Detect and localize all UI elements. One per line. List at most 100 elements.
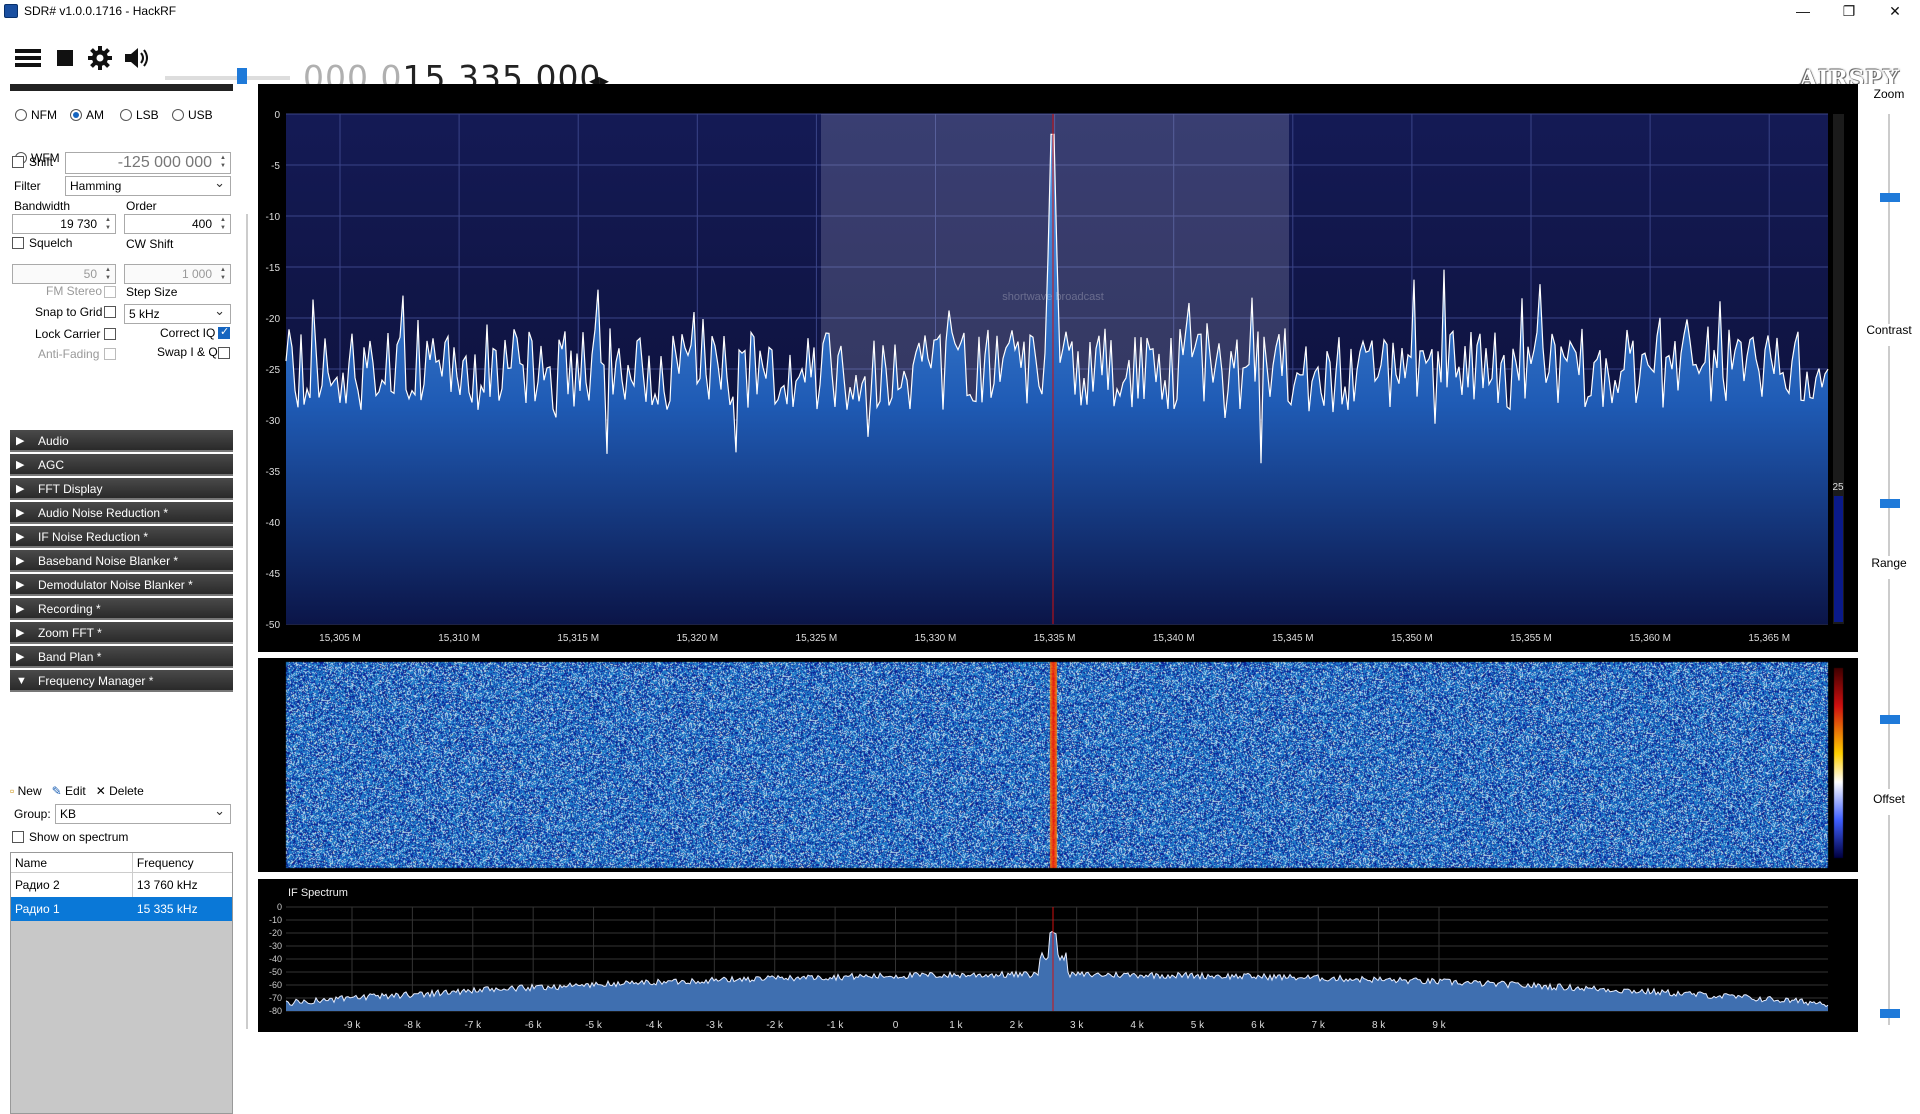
section-audio-noise-reduction[interactable]: ▶ Audio Noise Reduction * [10, 502, 233, 524]
show-on-spectrum-checkbox[interactable]: Show on spectrum [12, 830, 128, 844]
new-button[interactable]: ▫ New [10, 784, 42, 798]
section-audio[interactable]: ▶ Audio [10, 430, 233, 452]
step-size-select[interactable]: 5 kHz [124, 302, 231, 324]
main-display: 0 -5 -10 -15 -20 -25 -30 -35 -40 -45 -50 15,305 M 15… [258, 84, 1858, 1032]
offset-slider-track[interactable] [1888, 815, 1890, 1025]
snap-to-grid-label: Snap to Grid [35, 305, 103, 319]
section-zoom-fft[interactable]: ▶ Zoom FFT * [10, 622, 233, 644]
group-label: Group: [14, 807, 51, 821]
expand-arrow-icon: ▶ [16, 555, 25, 567]
db-tick-label: -35 [266, 467, 281, 478]
cw-shift-field[interactable]: 1 000 ▲ ▼ [124, 264, 231, 284]
filter-select[interactable]: Hamming [65, 174, 231, 196]
delete-icon: ✕ [95, 784, 106, 798]
volume-slider-track[interactable] [165, 76, 290, 80]
scale-value: 25 [1832, 482, 1844, 493]
if-db-tick: -80 [269, 1006, 282, 1016]
section-demodulator-noise-blanker[interactable]: ▶ Demodulator Noise Blanker * [10, 574, 233, 596]
scale-bar-fill [1834, 496, 1843, 622]
fm-stereo-checkbox[interactable] [104, 286, 116, 298]
range-slider-thumb[interactable] [1880, 715, 1900, 724]
shift-field[interactable]: -125 000 000 ▲ ▼ [65, 152, 231, 174]
speaker-icon[interactable] [122, 44, 152, 72]
new-icon: ▫ [10, 784, 15, 798]
section-recording[interactable]: ▶ Recording * [10, 598, 233, 620]
if-freq-tick: 6 k [1251, 1020, 1265, 1031]
lock-carrier-label: Lock Carrier [35, 327, 101, 341]
expand-arrow-icon: ▶ [16, 507, 25, 519]
left-panel-scrollbar[interactable] [246, 214, 248, 1029]
contrast-label: Contrast [1866, 323, 1912, 337]
squelch-checkbox[interactable]: Squelch [12, 236, 72, 250]
swap-iq-checkbox[interactable] [218, 347, 230, 359]
shift-checkbox[interactable]: Shift [12, 155, 53, 169]
edit-button[interactable]: ✎ Edit [52, 784, 86, 798]
lock-carrier-checkbox[interactable] [104, 328, 116, 340]
cw-shift-label: CW Shift [126, 237, 174, 251]
expand-arrow-icon: ▶ [16, 531, 25, 543]
if-spectrum[interactable]: IF Spectrum 0 -10 -20 -30 -40 -50 -60 -70 -80 -9 k… [258, 879, 1858, 1032]
minimize-button[interactable]: — [1780, 0, 1826, 22]
collapse-arrow-icon: ▼ [16, 675, 27, 687]
contrast-slider-track[interactable] [1888, 346, 1890, 556]
section-agc[interactable]: ▶ AGC [10, 454, 233, 476]
expand-arrow-icon: ▶ [16, 459, 25, 471]
column-frequency[interactable]: Frequency [133, 853, 232, 872]
snap-to-grid-checkbox[interactable] [104, 306, 116, 318]
section-baseband-noise-blanker[interactable]: ▶ Baseband Noise Blanker * [10, 550, 233, 572]
mode-radio-am[interactable]: AM [70, 108, 104, 122]
freq-tick-label: 15,340 M [1153, 633, 1195, 644]
section-frequency-manager[interactable]: ▼ Frequency Manager * [10, 670, 233, 692]
order-field[interactable]: 400 ▲ ▼ [124, 214, 231, 234]
db-tick-label: -40 [266, 518, 281, 529]
freq-tick-label: 15,315 M [557, 633, 599, 644]
if-freq-tick: -6 k [525, 1020, 543, 1031]
gear-icon[interactable] [86, 44, 114, 72]
close-button[interactable]: ✕ [1872, 0, 1918, 22]
expand-arrow-icon: ▶ [16, 483, 25, 495]
if-db-tick: -20 [269, 928, 282, 938]
range-slider-track[interactable] [1888, 579, 1890, 789]
section-if-noise-reduction[interactable]: ▶ IF Noise Reduction * [10, 526, 233, 548]
mode-radio-lsb[interactable]: LSB [120, 108, 159, 122]
frequency-manager-toolbar: ▫ New ✎ Edit ✕ Delete [10, 784, 144, 798]
freq-tick-label: 15,305 M [319, 633, 361, 644]
menu-icon[interactable] [14, 44, 42, 72]
spectrum-analyzer[interactable]: 0 -5 -10 -15 -20 -25 -30 -35 -40 -45 -50 15,305 M 15… [258, 84, 1858, 652]
waterfall-display[interactable] [258, 658, 1858, 872]
if-freq-tick: 5 k [1191, 1020, 1205, 1031]
correct-iq-checkbox[interactable] [218, 325, 230, 339]
section-fft-display[interactable]: ▶ FFT Display [10, 478, 233, 500]
bandwidth-field[interactable]: 19 730 ▲ ▼ [12, 214, 116, 234]
group-select[interactable]: KB [55, 802, 231, 824]
expand-arrow-icon: ▶ [16, 435, 25, 447]
db-tick-label: -45 [266, 569, 281, 580]
expand-arrow-icon: ▶ [16, 627, 25, 639]
delete-button[interactable]: ✕ Delete [96, 784, 144, 798]
squelch-field[interactable]: 50 ▲ ▼ [12, 264, 116, 284]
stop-icon[interactable] [54, 44, 76, 72]
freq-tick-label: 15,355 M [1510, 633, 1552, 644]
mode-radio-usb[interactable]: USB [172, 108, 213, 122]
mode-radio-nfm[interactable]: NFM [15, 108, 57, 122]
db-tick-label: -25 [266, 365, 281, 376]
table-row-selected[interactable]: Радио 1 15 335 kHz [11, 897, 232, 921]
zoom-slider-track[interactable] [1888, 114, 1890, 324]
anti-fading-checkbox[interactable] [104, 348, 116, 360]
if-freq-tick: -7 k [464, 1020, 482, 1031]
if-db-tick: -60 [269, 980, 282, 990]
offset-slider-thumb[interactable] [1880, 1009, 1900, 1018]
db-tick-label: -20 [266, 314, 281, 325]
order-label: Order [126, 199, 157, 213]
freq-tick-label: 15,335 M [1034, 633, 1076, 644]
table-row[interactable]: Радио 2 13 760 kHz [11, 873, 232, 897]
if-db-tick: -40 [269, 954, 282, 964]
section-band-plan[interactable]: ▶ Band Plan * [10, 646, 233, 668]
if-freq-tick: 0 [893, 1020, 899, 1031]
contrast-slider-thumb[interactable] [1880, 499, 1900, 508]
maximize-button[interactable]: ❐ [1826, 0, 1872, 22]
column-name[interactable]: Name [11, 853, 133, 872]
freq-tick-label: 15,310 M [438, 633, 480, 644]
zoom-slider-thumb[interactable] [1880, 193, 1900, 202]
correct-iq-label: Correct IQ [160, 326, 216, 340]
